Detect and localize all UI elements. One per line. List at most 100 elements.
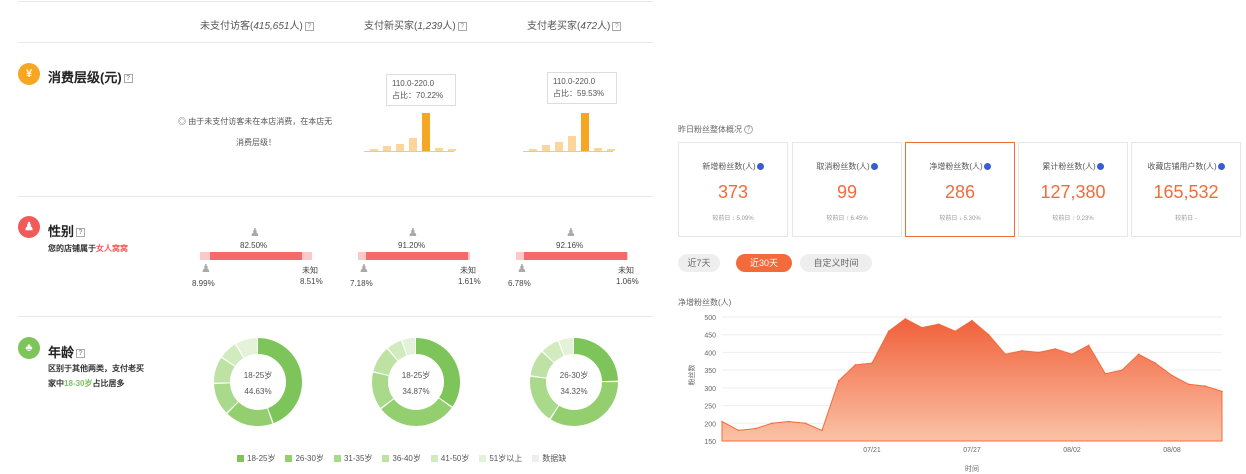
card-compare: 较前日 ↑ 0.23% xyxy=(1052,216,1094,222)
divider xyxy=(18,316,653,317)
consumption-bar xyxy=(529,149,537,151)
legend-item[interactable]: 51岁以上 xyxy=(479,453,522,464)
legend-item[interactable]: 41-50岁 xyxy=(430,453,469,464)
consumption-note: ◎ 由于未支付访客未在本店消费，在本店无 xyxy=(178,117,333,126)
data-point[interactable] xyxy=(837,379,840,382)
data-point[interactable] xyxy=(1137,353,1140,355)
card-compare: 较前日 ↑ 6.45% xyxy=(826,216,868,222)
female-pct: 82.50% xyxy=(240,241,268,250)
help-icon[interactable]: ? xyxy=(76,349,86,359)
donut-pct: 44.63% xyxy=(244,387,271,396)
info-icon[interactable] xyxy=(1096,163,1104,171)
data-point[interactable] xyxy=(904,317,907,320)
data-point[interactable] xyxy=(1087,344,1090,347)
stat-card[interactable]: 新增粉丝数(人) 373 较前日 ↓ 5.09% xyxy=(678,142,788,237)
data-point[interactable] xyxy=(771,422,773,425)
legend-item[interactable]: 26-30岁 xyxy=(285,453,324,464)
stat-card[interactable]: 累计粉丝数(人) 127,380 较前日 ↑ 0.23% xyxy=(1018,142,1128,237)
stat-card[interactable]: 取消粉丝数(人) 99 较前日 ↑ 6.45% xyxy=(792,142,902,237)
consumption-bar xyxy=(422,113,430,151)
male-person-icon: ♟ xyxy=(517,263,527,275)
legend-label: 数据缺 xyxy=(542,454,567,463)
donut-pct: 34.87% xyxy=(402,387,429,396)
help-icon[interactable]: ? xyxy=(612,21,622,31)
female-pct: 92.16% xyxy=(556,241,584,250)
data-point[interactable] xyxy=(1221,390,1223,393)
data-point[interactable] xyxy=(971,319,973,322)
data-point[interactable] xyxy=(804,422,807,425)
area-series[interactable] xyxy=(721,318,1223,442)
range-tab[interactable]: 近30天 xyxy=(736,254,792,272)
legend-item[interactable]: 数据缺 xyxy=(532,453,566,464)
tooltip-old: 110.0-220.0 占比：59.53% xyxy=(547,72,617,104)
info-icon[interactable] xyxy=(756,163,764,171)
card-label: 累计粉丝数(人) xyxy=(1019,161,1127,172)
header-unpaid-visitors: 未支付访客(415,651人)? xyxy=(200,17,314,32)
unknown-label: 未知 xyxy=(302,266,318,275)
info-icon[interactable] xyxy=(870,163,878,171)
age-title: 年龄? xyxy=(48,342,86,361)
legend-label: 18-25岁 xyxy=(247,454,276,463)
donut-label: 26-30岁 xyxy=(560,370,588,380)
data-point[interactable] xyxy=(1104,372,1107,375)
card-value: 127,380 xyxy=(1040,182,1106,202)
data-point[interactable] xyxy=(871,362,873,364)
stat-card[interactable]: 收藏店铺用户数(人) 165,532 较前日 - xyxy=(1131,142,1241,237)
info-icon[interactable] xyxy=(983,163,991,171)
unknown-label: 未知 xyxy=(460,266,476,275)
male-person-icon: ♟ xyxy=(359,263,369,275)
data-point[interactable] xyxy=(1154,362,1157,364)
data-point[interactable] xyxy=(737,429,740,432)
range-tab[interactable]: 近7天 xyxy=(678,254,720,272)
data-point[interactable] xyxy=(821,429,823,432)
tooltip-new: 110.0-220.0 占比：70.22% xyxy=(386,74,456,106)
data-point[interactable] xyxy=(854,364,857,366)
data-point[interactable] xyxy=(954,330,957,332)
data-point[interactable] xyxy=(1054,348,1057,350)
x-axis-label: 时间 xyxy=(965,464,979,473)
data-point[interactable] xyxy=(754,427,757,430)
consumption-bar xyxy=(542,145,550,151)
gender-subtitle: 您的店铺属于女人窝窝 xyxy=(48,244,128,253)
x-tick-label: 08/02 xyxy=(1063,447,1081,454)
legend-item[interactable]: 18-25岁 xyxy=(237,453,275,464)
range-tab[interactable]: 自定义时间 xyxy=(800,254,872,272)
legend-item[interactable]: 36-40岁 xyxy=(382,453,421,464)
help-icon[interactable]: ? xyxy=(76,228,86,238)
stat-card[interactable]: 净增粉丝数(人) 286 较前日 ↓ 5.30% xyxy=(905,142,1015,237)
gender-bar-female xyxy=(210,252,303,260)
data-point[interactable] xyxy=(1171,374,1173,377)
info-icon[interactable] xyxy=(1217,163,1225,171)
data-point[interactable] xyxy=(1021,349,1023,352)
data-point[interactable] xyxy=(787,420,790,423)
male-person-icon: ♟ xyxy=(201,263,211,275)
gender-icon: ♟ xyxy=(18,216,40,238)
age-desc-line1: 区别于其他两类，支付老买 xyxy=(48,364,144,373)
data-point[interactable] xyxy=(1204,385,1207,387)
help-icon[interactable]: ? xyxy=(123,74,133,84)
data-point[interactable] xyxy=(987,333,990,336)
gender-bar-female xyxy=(366,252,469,260)
data-point[interactable] xyxy=(1071,353,1073,355)
consumption-bar xyxy=(594,147,602,151)
legend-item[interactable]: 31-35岁 xyxy=(333,453,372,464)
card-compare: 较前日 - xyxy=(1175,216,1197,222)
consumption-bars-old xyxy=(523,112,615,152)
female-person-icon: ♟ xyxy=(250,227,260,239)
data-point[interactable] xyxy=(887,330,890,332)
help-icon[interactable]: ? xyxy=(304,21,314,31)
data-point[interactable] xyxy=(1004,353,1007,355)
x-tick-label: 07/27 xyxy=(963,447,981,454)
data-point[interactable] xyxy=(921,326,923,329)
y-tick-label: 300 xyxy=(704,386,716,393)
donut-label: 18-25岁 xyxy=(244,370,272,380)
data-point[interactable] xyxy=(721,420,723,423)
data-point[interactable] xyxy=(1121,369,1123,371)
data-point[interactable] xyxy=(937,323,940,325)
data-point[interactable] xyxy=(1187,383,1190,386)
y-axis-label: 粉丝数 xyxy=(687,365,696,386)
data-point[interactable] xyxy=(1037,351,1040,354)
help-icon[interactable]: ? xyxy=(457,21,467,31)
consumption-bar xyxy=(409,137,417,151)
help-icon[interactable]: ? xyxy=(744,125,753,135)
